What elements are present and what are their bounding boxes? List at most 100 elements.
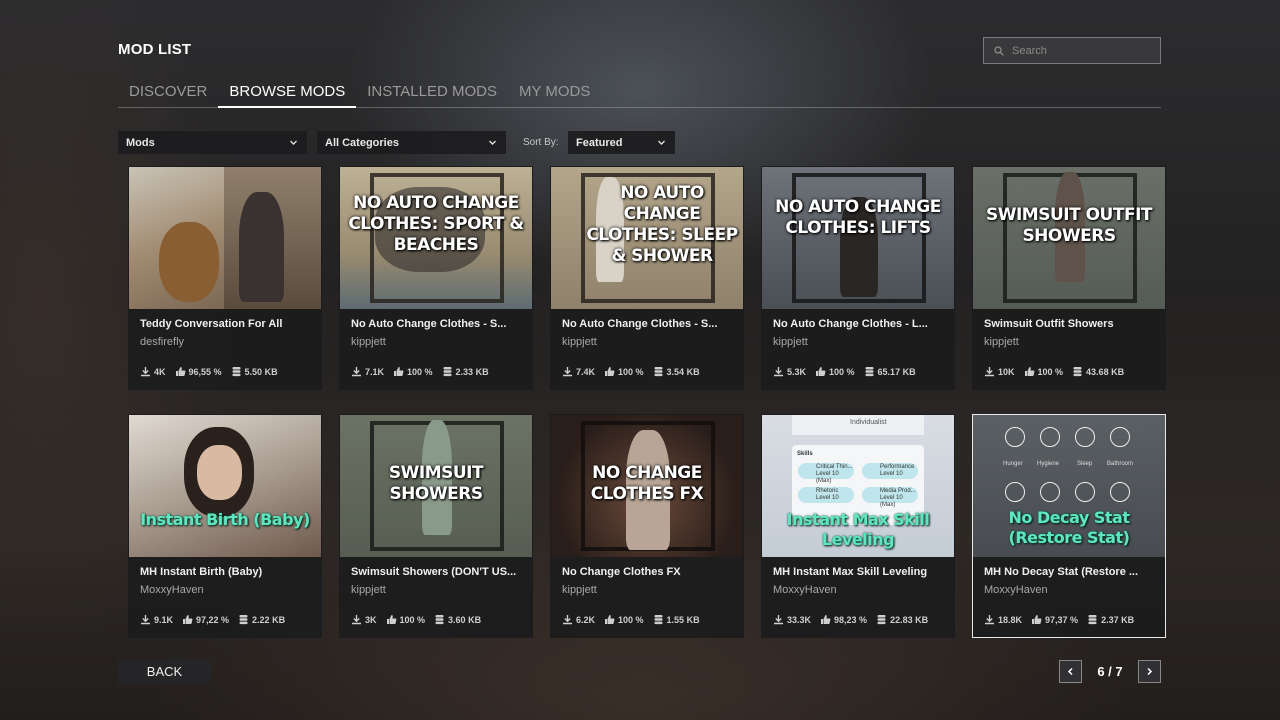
mod-name: No Auto Change Clothes - S... xyxy=(562,318,718,330)
mod-author: MoxxyHaven xyxy=(984,584,1048,596)
mod-stats: 33.3K 98,23 % 22.83 KB xyxy=(773,614,937,625)
mod-thumbnail: NO CHANGE CLOTHES FX xyxy=(551,415,743,557)
mod-size: 2.37 KB xyxy=(1101,614,1135,625)
mod-size: 5.50 KB xyxy=(244,366,278,377)
mod-downloads: 7.1K xyxy=(365,366,385,377)
thumbs-up-icon xyxy=(1024,367,1034,376)
mod-author: kippjett xyxy=(773,336,808,348)
mod-size: 3.54 KB xyxy=(666,366,700,377)
database-icon xyxy=(865,367,874,377)
skills-header: Skills xyxy=(797,451,813,457)
prev-page-button[interactable] xyxy=(1059,660,1082,683)
mod-author: MoxxyHaven xyxy=(773,584,837,596)
mod-card[interactable]: NO AUTO CHANGE CLOTHES: SPORT & BEACHES … xyxy=(339,166,533,390)
skill-level: Level 10 xyxy=(880,471,903,477)
mod-size: 43.68 KB xyxy=(1086,366,1125,377)
category-dropdown[interactable]: All Categories xyxy=(317,131,506,154)
mod-author: kippjett xyxy=(984,336,1019,348)
mod-author: kippjett xyxy=(351,336,386,348)
sort-dropdown[interactable]: Featured xyxy=(568,131,675,154)
mod-card[interactable]: SWIMSUIT OUTFIT SHOWERS Swimsuit Outfit … xyxy=(972,166,1166,390)
database-icon xyxy=(654,615,663,625)
tab-browse-mods[interactable]: BROWSE MODS xyxy=(218,78,357,108)
back-button[interactable]: BACK xyxy=(118,659,211,684)
skill-item: Critical Thin... xyxy=(816,464,853,470)
mod-card-selected[interactable]: Hunger Hygiene Sleep Bathroom No Decay S… xyxy=(972,414,1166,638)
thumbs-up-icon xyxy=(1032,615,1042,624)
thumbnail-overlay-text: NO AUTO CHANGE CLOTHES: LIFTS xyxy=(775,197,941,238)
mod-thumbnail: NO AUTO CHANGE CLOTHES: LIFTS xyxy=(762,167,954,309)
mod-card[interactable]: Instant Birth (Baby) MH Instant Birth (B… xyxy=(128,414,322,638)
database-icon xyxy=(1073,367,1082,377)
chevron-right-icon xyxy=(1147,667,1153,676)
mod-size: 65.17 KB xyxy=(877,366,916,377)
mod-downloads: 33.3K xyxy=(787,614,812,625)
database-icon xyxy=(435,615,444,625)
filter-bar: Mods All Categories Sort By: Featured xyxy=(118,131,678,154)
database-icon xyxy=(232,367,241,377)
skill-level: Level 10 (Max) xyxy=(880,495,903,508)
database-icon xyxy=(443,367,452,377)
mod-rating: 97,22 % xyxy=(196,614,230,625)
mod-name: Teddy Conversation For All xyxy=(140,318,283,330)
mod-author: kippjett xyxy=(562,584,597,596)
thumbs-up-icon xyxy=(605,615,615,624)
thumbs-up-icon xyxy=(394,367,404,376)
mod-thumbnail: Individualist Skills Critical Thin... Lev… xyxy=(762,415,954,557)
need-label: Hunger xyxy=(1003,461,1023,467)
skill-panel-top: Individualist xyxy=(792,415,924,435)
mod-card[interactable]: Teddy Conversation For All desfirefly 4K… xyxy=(128,166,322,390)
mod-downloads: 7.4K xyxy=(576,366,596,377)
mod-name: MH Instant Birth (Baby) xyxy=(140,566,263,578)
mod-card[interactable]: SWIMSUIT SHOWERS Swimsuit Showers (DON'T… xyxy=(339,414,533,638)
mod-author: MoxxyHaven xyxy=(140,584,204,596)
mod-size: 3.60 KB xyxy=(448,614,482,625)
thumbnail-overlay-text: SWIMSUIT OUTFIT SHOWERS xyxy=(985,205,1153,246)
mod-card[interactable]: NO CHANGE CLOTHES FX No Change Clothes F… xyxy=(550,414,744,638)
mod-author: kippjett xyxy=(562,336,597,348)
mod-thumbnail: NO AUTO CHANGE CLOTHES: SPORT & BEACHES xyxy=(340,167,532,309)
download-icon xyxy=(774,615,783,625)
download-icon xyxy=(985,615,994,625)
search-input[interactable] xyxy=(1012,44,1152,57)
thumbnail-overlay-text: NO AUTO CHANGE CLOTHES: SLEEP & SHOWER xyxy=(586,183,738,266)
download-icon xyxy=(563,367,572,377)
mod-rating: 96,55 % xyxy=(188,366,222,377)
thumbs-up-icon xyxy=(386,615,396,624)
mod-downloads: 6.2K xyxy=(576,614,596,625)
mod-stats: 7.4K 100 % 3.54 KB xyxy=(562,366,709,377)
mod-thumbnail xyxy=(129,167,321,309)
skill-item: Rhetoric xyxy=(816,488,839,494)
database-icon xyxy=(239,615,248,625)
thumbs-up-icon xyxy=(816,367,826,376)
mod-name: No Auto Change Clothes - S... xyxy=(351,318,507,330)
tab-discover[interactable]: DISCOVER xyxy=(118,78,218,108)
mod-stats: 7.1K 100 % 2.33 KB xyxy=(351,366,498,377)
mod-size: 2.33 KB xyxy=(455,366,489,377)
mod-thumbnail: Hunger Hygiene Sleep Bathroom No Decay S… xyxy=(973,415,1165,557)
mod-stats: 10K 100 % 43.68 KB xyxy=(984,366,1133,377)
mod-card[interactable]: NO AUTO CHANGE CLOTHES: SLEEP & SHOWER N… xyxy=(550,166,744,390)
thumbnail-overlay-text: NO AUTO CHANGE CLOTHES: SPORT & BEACHES xyxy=(348,193,524,255)
mod-grid: Teddy Conversation For All desfirefly 4K… xyxy=(128,166,1168,640)
database-icon xyxy=(654,367,663,377)
page-indicator: 6 / 7 xyxy=(1097,664,1123,679)
mod-name: No Auto Change Clothes - L... xyxy=(773,318,928,330)
mod-thumbnail: SWIMSUIT OUTFIT SHOWERS xyxy=(973,167,1165,309)
mod-rating: 100 % xyxy=(399,614,426,625)
mod-downloads: 9.1K xyxy=(154,614,174,625)
next-page-button[interactable] xyxy=(1138,660,1161,683)
mod-stats: 9.1K 97,22 % 2.22 KB xyxy=(140,614,294,625)
type-dropdown[interactable]: Mods xyxy=(118,131,307,154)
tab-bar: DISCOVER BROWSE MODS INSTALLED MODS MY M… xyxy=(118,78,1161,108)
chevron-down-icon xyxy=(489,140,496,145)
mod-card[interactable]: NO AUTO CHANGE CLOTHES: LIFTS No Auto Ch… xyxy=(761,166,955,390)
mod-name: Swimsuit Showers (DON'T US... xyxy=(351,566,517,578)
chevron-down-icon xyxy=(658,140,665,145)
mod-name: MH Instant Max Skill Leveling xyxy=(773,566,928,578)
mod-rating: 100 % xyxy=(618,614,644,625)
mod-card[interactable]: Individualist Skills Critical Thin... Lev… xyxy=(761,414,955,638)
search-box[interactable] xyxy=(983,37,1161,64)
tab-installed-mods[interactable]: INSTALLED MODS xyxy=(356,78,508,108)
tab-my-mods[interactable]: MY MODS xyxy=(508,78,601,108)
